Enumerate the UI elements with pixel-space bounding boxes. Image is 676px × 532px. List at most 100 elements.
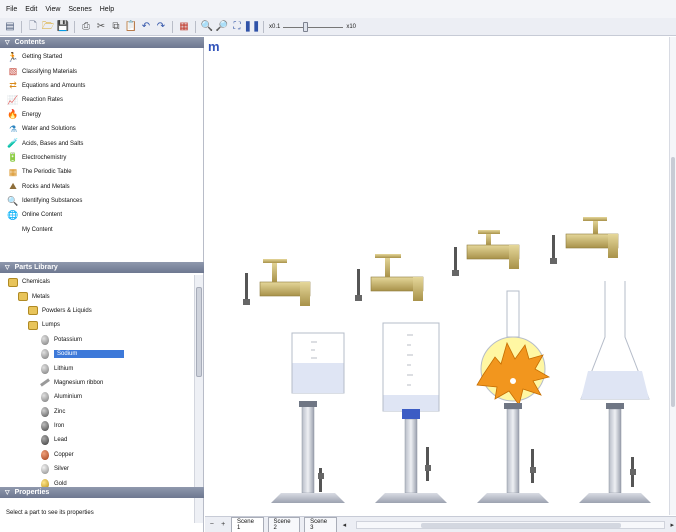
cut-icon[interactable]: ✂ <box>95 21 107 33</box>
open-folder-icon[interactable]: 🗁 <box>42 21 54 33</box>
tree-item-sodium[interactable]: Sodium <box>0 347 194 361</box>
tap-3[interactable] <box>452 230 520 276</box>
zoom-out-icon[interactable]: 🔎 <box>216 21 228 33</box>
contents-item[interactable]: My Content <box>0 223 204 237</box>
contents-item[interactable]: 🧪 Acids, Bases and Salts <box>0 136 204 150</box>
undo-icon[interactable]: ↶ <box>140 21 152 33</box>
parts-scrollbar[interactable] <box>194 275 203 523</box>
tree-item-potassium[interactable]: Potassium <box>0 333 194 347</box>
tree-item-copper[interactable]: Copper <box>0 448 194 462</box>
scrollbar-thumb[interactable] <box>196 287 202 377</box>
menu-scenes[interactable]: Scenes <box>68 6 91 13</box>
beaker-1[interactable] <box>291 332 345 394</box>
copy-icon[interactable]: ⧉ <box>110 21 122 33</box>
tree-item-zinc[interactable]: Zinc <box>0 405 194 419</box>
paste-icon[interactable]: 📋 <box>125 21 137 33</box>
lump-shape <box>41 392 49 403</box>
tap-4[interactable] <box>550 217 619 264</box>
contents-item-label: Online Content <box>22 212 63 219</box>
zoom-slider-thumb[interactable] <box>302 21 308 32</box>
add-scene-button[interactable]: + <box>219 521 226 528</box>
experiment-canvas[interactable]: m <box>205 37 669 515</box>
tap-1[interactable] <box>243 259 311 306</box>
toggle-panel-icon[interactable]: ▤ <box>4 21 16 33</box>
lump-shape <box>41 406 49 417</box>
contents-item[interactable]: ⚗ Water and Solutions <box>0 122 204 136</box>
rocks-icon: ⛰ <box>9 181 17 192</box>
tree-item-powders-liquids[interactable]: Powders & Liquids <box>0 304 194 318</box>
menu-help[interactable]: Help <box>100 6 114 13</box>
canvas-horizontal-scrollbar[interactable] <box>356 520 665 529</box>
contents-item[interactable]: 🏃 Getting Started <box>0 50 204 64</box>
tree-item-iron[interactable]: Iron <box>0 419 194 433</box>
tree-item-aluminium[interactable]: Aluminium <box>0 390 194 404</box>
menu-edit[interactable]: Edit <box>25 6 37 13</box>
toolbar-separator <box>263 20 264 33</box>
contents-item[interactable]: 🌐 Online Content <box>0 208 204 222</box>
tall-beaker-2[interactable] <box>382 322 440 412</box>
contents-item[interactable]: ▧ Classifying Materials <box>0 64 204 78</box>
scroll-right-icon[interactable]: ▸ <box>669 521 676 529</box>
contents-item[interactable]: 🔋 Electrochemistry <box>0 151 204 165</box>
bunsen-burner-1[interactable] <box>271 401 345 503</box>
flame-icon: 🔥 <box>7 109 19 120</box>
bunsen-burner-4[interactable] <box>579 403 651 503</box>
zoom-fit-icon[interactable]: ⛶ <box>231 21 243 33</box>
redo-icon[interactable]: ↷ <box>155 21 167 33</box>
contents-item[interactable]: ⛰ Rocks and Metals <box>0 180 204 194</box>
zoom-slider[interactable] <box>283 21 344 33</box>
contents-item-label: Acids, Bases and Salts <box>22 140 84 147</box>
new-file-icon[interactable]: 🗋 <box>27 21 39 33</box>
tap-lever <box>263 259 287 263</box>
bunsen-burner-3[interactable] <box>477 403 549 503</box>
contents-item[interactable]: 🔍 Identifying Substances <box>0 194 204 208</box>
tree-item-label: Chemicals <box>22 279 51 286</box>
tab-scene-1[interactable]: Scene 1 <box>230 516 264 532</box>
chart-icon[interactable]: ▦ <box>178 21 190 33</box>
scroll-left-icon[interactable]: ◂ <box>341 521 348 529</box>
tab-scene-2[interactable]: Scene 2 <box>267 516 301 532</box>
round-flask-3[interactable] <box>476 290 551 406</box>
canvas-vertical-scrollbar[interactable] <box>669 37 676 515</box>
gas-valve-knob <box>630 469 636 475</box>
tree-item-lead[interactable]: Lead <box>0 433 194 447</box>
tree-item-label: Zinc <box>54 408 66 415</box>
contents-item-label: The Periodic Table <box>22 169 72 176</box>
conical-flask-4[interactable] <box>580 281 650 400</box>
menu-file[interactable]: File <box>6 6 17 13</box>
tree-item-magnesium-ribbon[interactable]: Magnesium ribbon <box>0 376 194 390</box>
properties-header[interactable]: ▽ Properties <box>0 487 204 498</box>
contents-item[interactable]: ⇄ Equations and Amounts <box>0 79 204 93</box>
contents-item[interactable]: 📈 Reaction Rates <box>0 93 204 107</box>
scrollbar-thumb[interactable] <box>421 522 622 528</box>
print-icon[interactable]: ⎙ <box>80 21 92 33</box>
menu-view[interactable]: View <box>45 6 60 13</box>
tree-item-metals[interactable]: Metals <box>0 289 194 303</box>
bunsen-burner-2[interactable] <box>375 409 447 503</box>
tree-item-lithium[interactable]: Lithium <box>0 361 194 375</box>
tree-item-chemicals[interactable]: Chemicals <box>0 275 194 289</box>
blank-icon <box>8 225 18 235</box>
contents-item[interactable]: 🔥 Energy <box>0 108 204 122</box>
scrollbar-thumb[interactable] <box>671 157 675 407</box>
collapse-icon[interactable]: ▽ <box>5 264 10 271</box>
lump-shape <box>41 334 49 345</box>
tree-item-silver[interactable]: Silver <box>0 462 194 476</box>
tree-item-lumps[interactable]: Lumps <box>0 318 194 332</box>
tap-spout <box>509 245 519 269</box>
contents-item[interactable]: ▦ The Periodic Table <box>0 165 204 179</box>
zoom-in-icon[interactable]: 🔍 <box>201 21 213 33</box>
collapse-icon[interactable]: ▽ <box>5 39 10 46</box>
remove-scene-button[interactable]: − <box>208 521 215 528</box>
collapse-icon[interactable]: ▽ <box>5 489 10 496</box>
contents-header[interactable]: ▽ Contents <box>0 37 204 48</box>
liquid <box>292 363 344 393</box>
pause-icon[interactable]: ❚❚ <box>244 21 261 33</box>
tap-2[interactable] <box>355 254 424 301</box>
tap-stem <box>385 257 390 277</box>
parts-library-header[interactable]: ▽ Parts Library <box>0 262 204 273</box>
save-icon[interactable]: 💾 <box>57 21 69 33</box>
toolbar-separator <box>172 20 173 33</box>
tab-scene-3[interactable]: Scene 3 <box>304 516 337 532</box>
folder-open-icon <box>8 277 18 287</box>
